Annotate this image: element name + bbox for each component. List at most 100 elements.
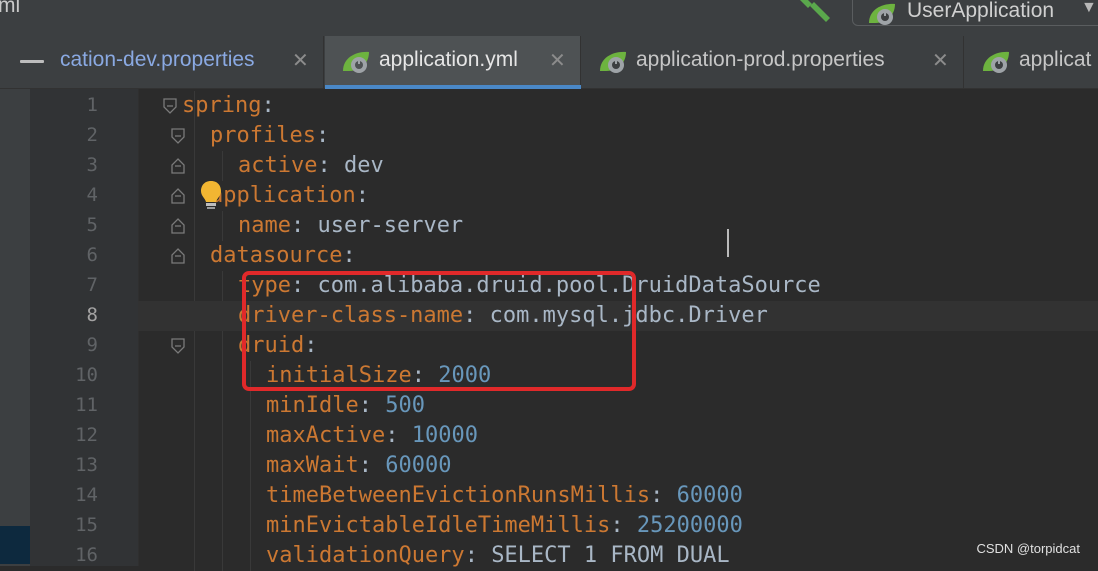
yaml-key: name (238, 213, 291, 238)
lightbulb-icon[interactable] (200, 180, 222, 210)
run-configuration-label: UserApplication (907, 0, 1055, 22)
fold-marker-icon[interactable] (170, 158, 186, 174)
code-text: name: user-server (238, 213, 463, 238)
fold-marker-icon[interactable] (170, 128, 186, 144)
code-text: spring: (182, 93, 275, 118)
close-icon[interactable]: ✕ (549, 48, 566, 73)
yaml-colon: : (358, 393, 372, 418)
code-line[interactable]: 3 active: dev (0, 151, 1098, 181)
yaml-colon: : (464, 543, 478, 568)
yaml-key: spring (182, 93, 262, 118)
code-line[interactable]: 13 maxWait: 60000 (0, 451, 1098, 481)
close-icon[interactable]: ✕ (932, 48, 949, 73)
fold-marker-icon[interactable] (170, 338, 186, 354)
spring-boot-icon (343, 51, 369, 73)
yaml-colon: : (358, 453, 372, 478)
code-text: active: dev (238, 153, 384, 178)
line-number: 9 (86, 334, 98, 356)
code-text: maxActive: 10000 (266, 423, 478, 448)
code-line[interactable]: 14 timeBetweenEvictionRunsMillis: 60000 (0, 481, 1098, 511)
code-text: profiles: (210, 123, 329, 148)
code-line[interactable]: 16 validationQuery: SELECT 1 FROM DUAL (0, 541, 1098, 571)
text-cursor (727, 229, 729, 257)
tab-application-yml[interactable]: application.yml ✕ (325, 36, 581, 89)
yaml-key: datasource (210, 243, 343, 268)
code-text: datasource: (210, 243, 356, 268)
code-line[interactable]: 1 spring: (0, 91, 1098, 121)
code-line[interactable]: 2 profiles: (0, 121, 1098, 151)
line-number: 11 (75, 394, 98, 416)
yaml-key: active (238, 153, 318, 178)
yaml-colon: : (315, 123, 330, 148)
run-configuration-selector[interactable]: UserApplication ▼ (852, 0, 1098, 26)
yaml-colon: : (342, 243, 356, 268)
yaml-key: profiles (210, 123, 316, 148)
yaml-value: 25200000 (636, 513, 743, 538)
editor-tab-bar: cation-dev.properties ✕ application.yml … (0, 36, 1098, 89)
line-number: 16 (75, 544, 98, 566)
yaml-value: 60000 (676, 483, 743, 508)
yaml-colon: : (650, 483, 664, 508)
yaml-colon: : (385, 423, 399, 448)
tab-application-dev-properties[interactable]: cation-dev.properties ✕ (56, 36, 324, 88)
yaml-key: minEvictableIdleTimeMillis (266, 513, 611, 538)
line-number: 2 (86, 124, 98, 146)
line-number: 13 (75, 454, 98, 476)
code-line[interactable]: 6 datasource: (0, 241, 1098, 271)
code-text: minEvictableIdleTimeMillis: 25200000 (266, 513, 743, 538)
fold-marker-icon[interactable] (170, 248, 186, 264)
yaml-colon: : (261, 93, 275, 118)
highlight-annotation-box (242, 271, 636, 391)
yaml-value: user-server (317, 213, 464, 238)
line-number: 10 (75, 364, 98, 386)
yaml-key: minIdle (266, 393, 359, 418)
code-line[interactable]: 12 maxActive: 10000 (0, 421, 1098, 451)
yaml-value: 60000 (385, 453, 452, 478)
tab-label: applicat (1019, 48, 1092, 71)
line-number: 6 (86, 244, 98, 266)
line-number: 15 (75, 514, 98, 536)
line-number: 4 (86, 184, 98, 206)
hammer-icon[interactable] (792, 0, 832, 22)
yaml-key: timeBetweenEvictionRunsMillis (266, 483, 651, 508)
spring-boot-icon (869, 3, 895, 25)
tab-label: application-prod.properties (636, 48, 885, 71)
spring-boot-icon (983, 51, 1009, 73)
line-number: 12 (75, 424, 98, 446)
line-number: 1 (86, 94, 98, 116)
code-text: timeBetweenEvictionRunsMillis: 60000 (266, 483, 743, 508)
window-title: ml (0, 0, 21, 17)
tab-application-prod-properties[interactable]: application-prod.properties ✕ (582, 36, 964, 88)
yaml-key: maxActive (266, 423, 386, 448)
tab-label: application.yml (379, 48, 518, 71)
code-line[interactable]: 4 application: (0, 181, 1098, 211)
line-number: 14 (75, 484, 98, 506)
yaml-value: SELECT 1 FROM DUAL (491, 543, 730, 568)
fold-marker-icon[interactable] (162, 98, 178, 114)
fold-marker-icon[interactable] (170, 218, 186, 234)
close-icon[interactable]: ✕ (292, 48, 309, 73)
code-text: maxWait: 60000 (266, 453, 451, 478)
yaml-value: dev (343, 153, 384, 178)
yaml-colon: : (355, 183, 369, 208)
yaml-value: 500 (385, 393, 425, 418)
line-number: 7 (86, 274, 98, 296)
code-text: validationQuery: SELECT 1 FROM DUAL (266, 543, 730, 568)
code-line[interactable]: 15 minEvictableIdleTimeMillis: 25200000 (0, 511, 1098, 541)
watermark: CSDN @torpidcat (976, 541, 1080, 556)
line-number: 8 (86, 304, 98, 326)
yaml-colon: : (610, 513, 624, 538)
yaml-value: 10000 (411, 423, 478, 448)
code-line[interactable]: 11 minIdle: 500 (0, 391, 1098, 421)
collapse-icon[interactable] (20, 60, 44, 63)
code-line[interactable]: 5 name: user-server (0, 211, 1098, 241)
title-bar: ml UserApplication ▼ (0, 0, 1098, 36)
tab-application-truncated[interactable]: applicat (965, 36, 1098, 88)
code-text: minIdle: 500 (266, 393, 425, 418)
yaml-colon: : (290, 213, 305, 238)
caret-down-icon[interactable]: ▼ (1081, 0, 1097, 17)
yaml-key: application (210, 183, 356, 208)
fold-marker-icon[interactable] (170, 188, 186, 204)
line-number: 3 (86, 154, 98, 176)
yaml-key: validationQuery (266, 543, 465, 568)
